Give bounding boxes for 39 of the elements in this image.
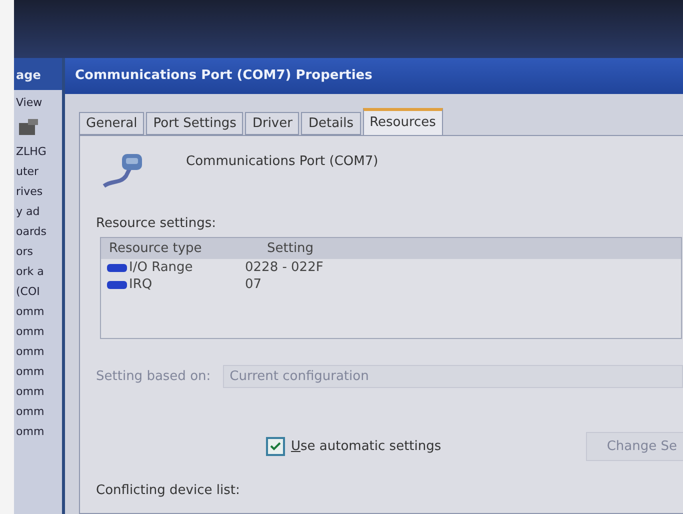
toolbar-icon[interactable]	[18, 118, 40, 136]
checkmark-icon	[270, 442, 281, 451]
column-header[interactable]: Resource type	[101, 241, 259, 256]
tree-item[interactable]: omm	[14, 362, 62, 382]
tab[interactable]: Details	[301, 112, 361, 135]
field-label: Setting based on:	[96, 369, 211, 384]
tree-item[interactable]: y ad	[14, 202, 62, 222]
window-title: Communications Port (COM7) Properties	[65, 58, 683, 94]
tab[interactable]: Port Settings	[146, 112, 244, 135]
checkbox-label: Use automatic settings	[291, 439, 442, 454]
tree-item[interactable]: omm	[14, 402, 62, 422]
column-header[interactable]: Setting	[259, 241, 467, 256]
tab[interactable]: General	[79, 112, 144, 135]
tree-item[interactable]: omm	[14, 342, 62, 362]
table-cell-text: I/O Range	[129, 260, 194, 275]
tab[interactable]: Driver	[245, 112, 300, 135]
tree-item[interactable]: rives	[14, 182, 62, 202]
checkbox[interactable]	[266, 437, 285, 456]
device-name: Communications Port (COM7)	[186, 154, 378, 168]
section-label: Conflicting device list:	[96, 483, 240, 498]
tree-item[interactable]: omm	[14, 302, 62, 322]
tree-item[interactable]: omm	[14, 422, 62, 442]
tree-item[interactable]: oards	[14, 222, 62, 242]
resource-icon	[107, 280, 127, 288]
menu-item[interactable]: View	[14, 90, 62, 116]
window-title: age	[14, 58, 62, 90]
tree-item[interactable]: ZLHG	[14, 142, 62, 162]
tree-item[interactable]: (COI	[14, 282, 62, 302]
tree-item[interactable]: omm	[14, 322, 62, 342]
table-cell-text: 07	[245, 277, 263, 292]
tree-item[interactable]: ork a	[14, 262, 62, 282]
table-cell-text: 0228 - 022F	[245, 260, 324, 275]
table-cell-text: IRQ	[129, 277, 154, 292]
tab[interactable]: Resources	[362, 108, 443, 135]
resource-icon	[107, 264, 127, 272]
tree-item[interactable]: ors	[14, 242, 62, 262]
section-label: Resource settings:	[96, 216, 216, 231]
tree-item[interactable]: omm	[14, 382, 62, 402]
tree-item[interactable]: uter	[14, 162, 62, 182]
